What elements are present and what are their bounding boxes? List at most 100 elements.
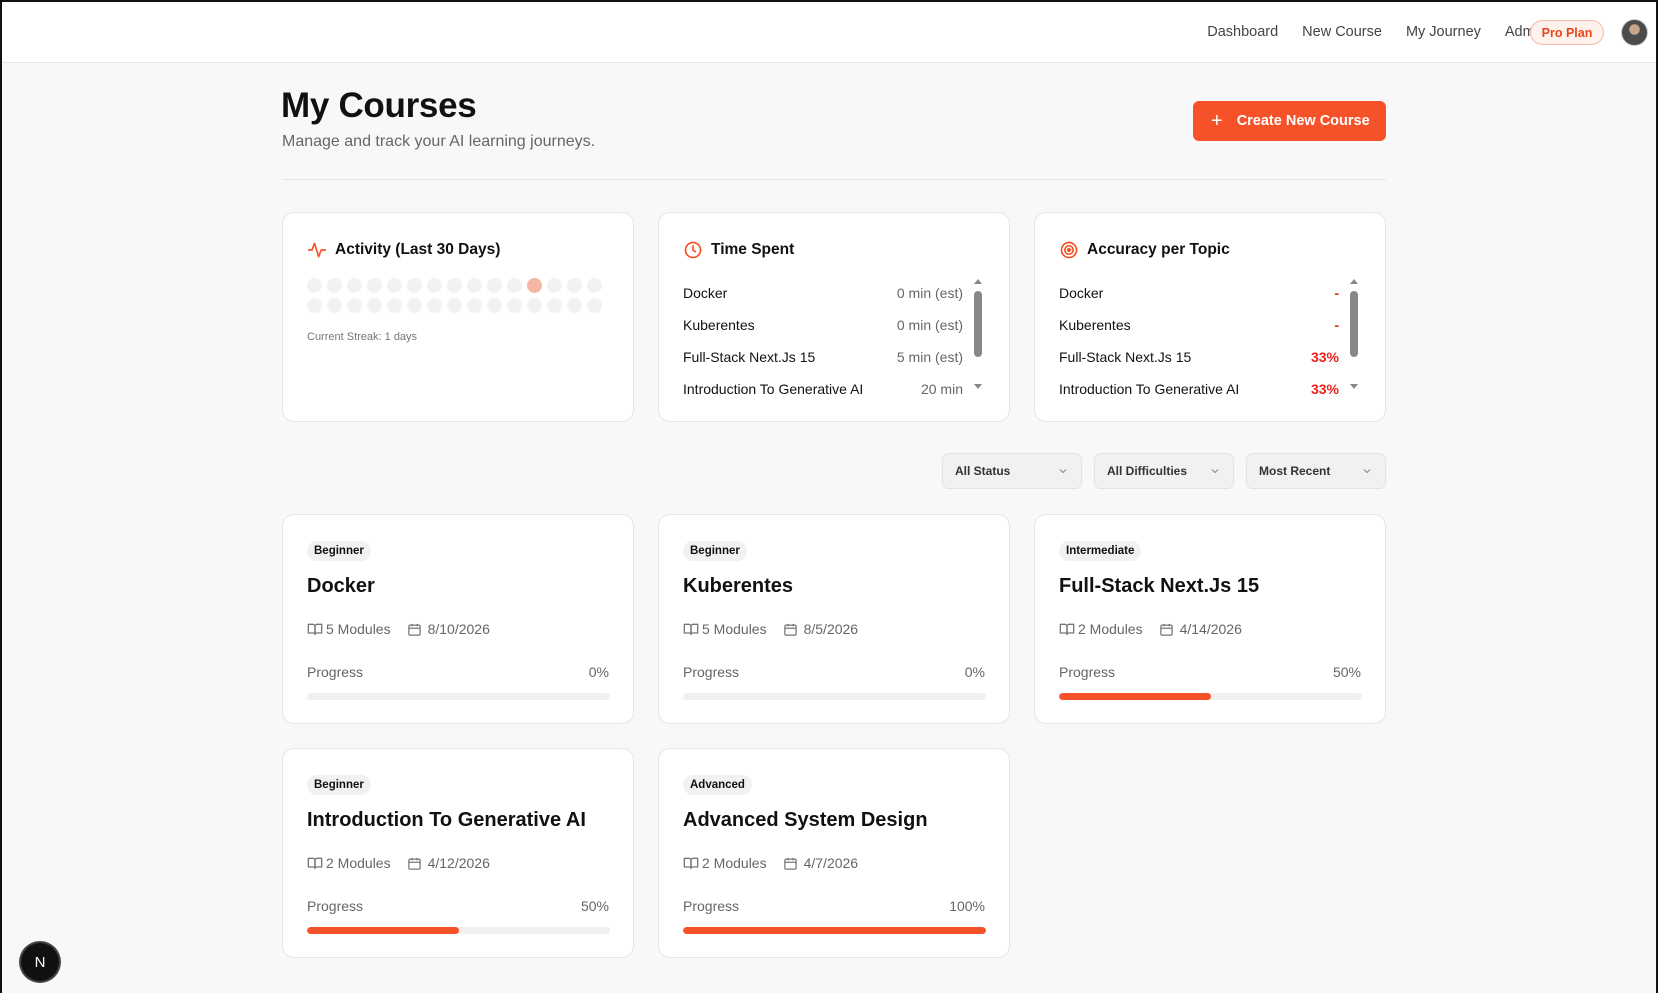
accuracy-value: - [1334, 317, 1339, 333]
course-title: Docker [307, 575, 375, 597]
progress-percent: 0% [964, 664, 985, 680]
activity-day [367, 298, 382, 313]
accuracy-value: - [1334, 285, 1339, 301]
nav-links: Dashboard New Course My Journey Admin [1207, 0, 1546, 63]
activity-day [327, 298, 342, 313]
module-count: 2 Modules [326, 855, 391, 871]
scroll-down-arrow-icon[interactable] [1350, 384, 1358, 389]
difficulty-badge: Advanced [683, 775, 752, 795]
topic-name: Full-Stack Next.Js 15 [1059, 349, 1192, 365]
chevron-down-icon [1059, 469, 1067, 474]
activity-day [507, 278, 522, 293]
course-card[interactable]: Beginner Kuberentes 5 Modules 8/5/2026 Progr… [658, 514, 1010, 724]
book-icon [307, 857, 323, 869]
course-date: 4/14/2026 [1179, 621, 1242, 637]
create-new-course-button[interactable]: + Create New Course [1193, 101, 1386, 141]
scroll-up-arrow-icon[interactable] [1350, 279, 1358, 284]
clock-icon [684, 241, 702, 259]
progress-bar [683, 693, 986, 700]
book-icon [683, 623, 699, 635]
activity-day [467, 278, 482, 293]
activity-day [487, 298, 502, 313]
pro-plan-badge[interactable]: Pro Plan [1530, 20, 1604, 45]
time-value: 0 min (est) [896, 317, 963, 333]
course-card[interactable]: Beginner Introduction To Generative AI 2 M… [282, 748, 634, 958]
course-date: 8/10/2026 [427, 621, 490, 637]
time-value: 0 min (est) [896, 285, 963, 301]
sort-value: Most Recent [1259, 464, 1331, 478]
progress-label: Progress [1059, 664, 1116, 680]
chevron-down-icon [1211, 469, 1219, 474]
progress-label: Progress [683, 898, 740, 914]
avatar[interactable] [1621, 19, 1648, 46]
time-spent-list: Docker 0 min (est) Kuberentes 0 min (est) … [683, 277, 963, 405]
progress-bar [1059, 693, 1362, 700]
header-divider [282, 179, 1386, 180]
target-icon [1060, 241, 1078, 259]
plus-icon: + [1211, 110, 1223, 132]
activity-day [387, 298, 402, 313]
scroll-thumb[interactable] [1350, 291, 1358, 357]
topic-name: Introduction To Generative AI [683, 381, 864, 397]
page-title: My Courses [281, 86, 477, 125]
list-item: Introduction To Generative AI 20 min [683, 373, 963, 405]
top-nav: Dashboard New Course My Journey Admin Pr… [0, 0, 1658, 63]
nav-link-my-journey[interactable]: My Journey [1406, 24, 1481, 40]
topic-name: Docker [683, 285, 728, 301]
accuracy-list: Docker - Kuberentes - Full-Stack Next.Js 1… [1059, 277, 1339, 405]
course-title: Kuberentes [683, 575, 794, 597]
activity-day [487, 278, 502, 293]
topic-name: Kuberentes [683, 317, 755, 333]
difficulty-badge: Beginner [307, 775, 371, 795]
dev-tools-badge[interactable]: N [21, 943, 59, 981]
nav-link-new-course[interactable]: New Course [1302, 24, 1382, 40]
progress-bar [307, 693, 610, 700]
activity-day [347, 298, 362, 313]
activity-day [507, 298, 522, 313]
course-title: Introduction To Generative AI [307, 809, 586, 831]
activity-heatmap [307, 278, 602, 313]
course-card[interactable]: Advanced Advanced System Design 2 Modules 4… [658, 748, 1010, 958]
activity-day [447, 298, 462, 313]
difficulty-filter-select[interactable]: All Difficulties [1094, 453, 1234, 489]
progress-percent: 0% [588, 664, 609, 680]
scroll-down-arrow-icon[interactable] [974, 384, 982, 389]
difficulty-badge: Intermediate [1059, 541, 1142, 561]
list-item: Docker - [1059, 277, 1339, 309]
activity-icon [307, 242, 327, 258]
nav-link-dashboard[interactable]: Dashboard [1207, 24, 1278, 40]
activity-day [447, 278, 462, 293]
list-item: Docker 0 min (est) [683, 277, 963, 309]
scroll-up-arrow-icon[interactable] [974, 279, 982, 284]
time-spent-title: Time Spent [711, 241, 795, 258]
sort-select[interactable]: Most Recent [1246, 453, 1386, 489]
list-item: Kuberentes - [1059, 309, 1339, 341]
course-meta: 2 Modules 4/12/2026 [307, 855, 490, 871]
difficulty-badge: Beginner [683, 541, 747, 561]
accuracy-scrollbar[interactable] [1348, 279, 1360, 389]
activity-day [307, 298, 322, 313]
progress-bar [683, 927, 986, 934]
chevron-down-icon [1363, 469, 1371, 474]
accuracy-value: 33% [1310, 349, 1339, 365]
time-spent-scrollbar[interactable] [972, 279, 984, 389]
accuracy-title: Accuracy per Topic [1087, 241, 1230, 258]
progress-label: Progress [307, 898, 364, 914]
activity-day [407, 298, 422, 313]
status-filter-select[interactable]: All Status [942, 453, 1082, 489]
accuracy-value: 33% [1310, 381, 1339, 397]
module-count: 2 Modules [1078, 621, 1143, 637]
scroll-thumb[interactable] [974, 291, 982, 357]
page-subtitle: Manage and track your AI learning journe… [282, 133, 596, 150]
activity-day [347, 278, 362, 293]
module-count: 5 Modules [702, 621, 767, 637]
calendar-icon [407, 857, 421, 870]
activity-day [527, 278, 542, 293]
activity-day [367, 278, 382, 293]
book-icon [307, 623, 323, 635]
course-card[interactable]: Intermediate Full-Stack Next.Js 15 2 Modul… [1034, 514, 1386, 724]
activity-day [567, 298, 582, 313]
progress-fill [307, 927, 459, 934]
course-card[interactable]: Beginner Docker 5 Modules 8/10/2026 Progress… [282, 514, 634, 724]
calendar-icon [407, 623, 421, 636]
